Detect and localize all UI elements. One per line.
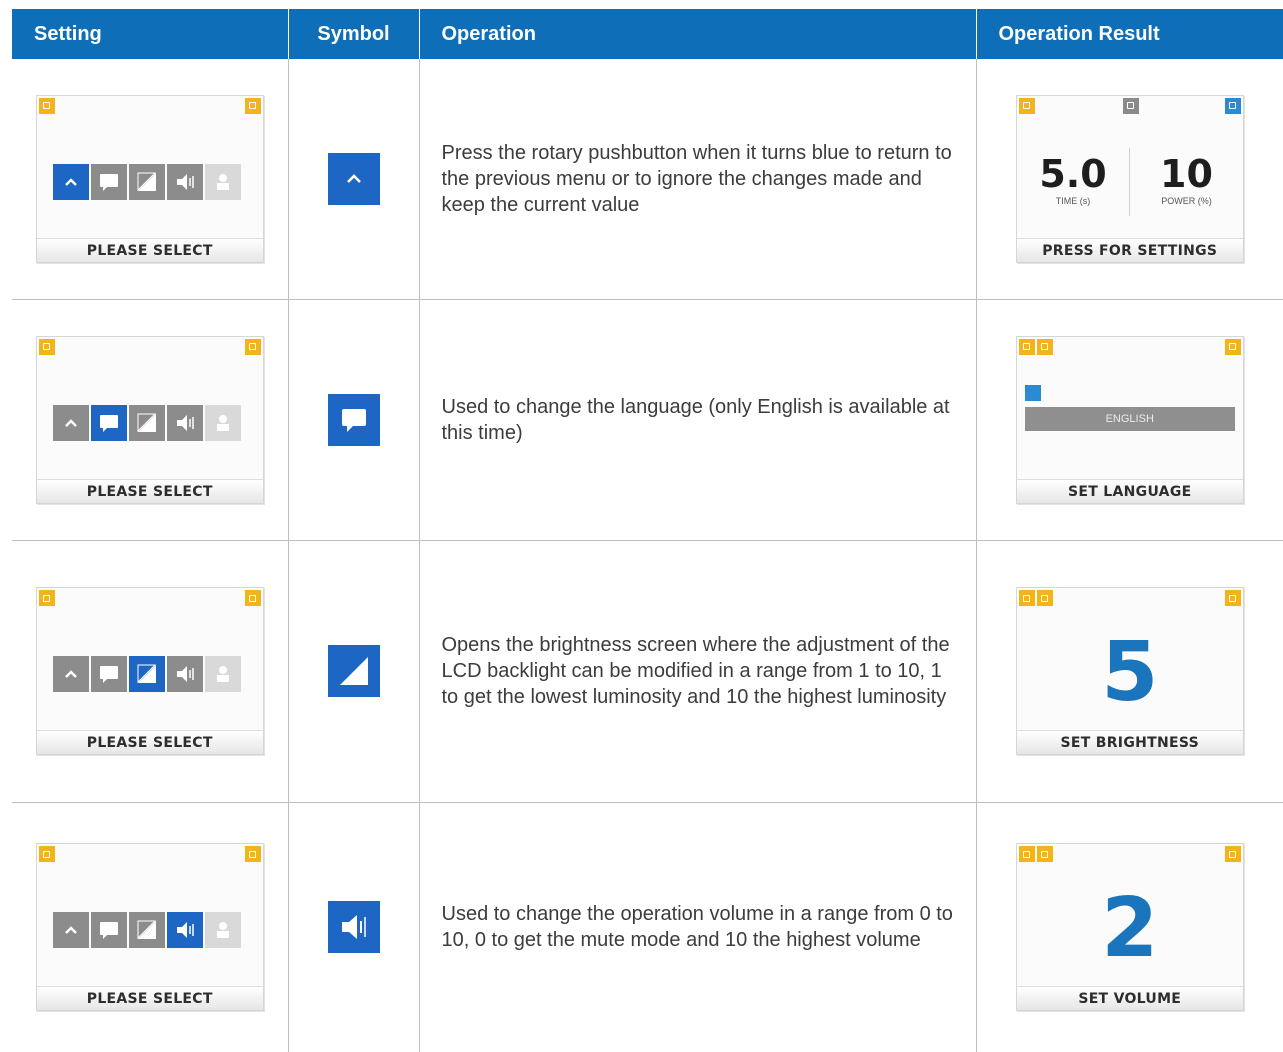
user-icon bbox=[204, 656, 241, 692]
symbol-cell bbox=[288, 540, 420, 803]
table-row-back: PLEASE SELECT Press the rotary pushbutto… bbox=[12, 59, 1283, 300]
setting-cell: PLEASE SELECT bbox=[12, 540, 289, 803]
settings-icon bbox=[1224, 590, 1241, 606]
screen-status-bar: PLEASE SELECT bbox=[36, 730, 263, 754]
brightness-icon bbox=[1036, 590, 1053, 606]
back-arrow-icon bbox=[327, 152, 380, 205]
back-arrow-icon bbox=[52, 656, 89, 692]
lock-icon bbox=[1018, 97, 1035, 114]
lock-icon bbox=[38, 590, 55, 606]
time-label: TIME (s) bbox=[1055, 195, 1091, 206]
speech-bubble-icon bbox=[327, 393, 380, 446]
volume-icon bbox=[166, 912, 203, 949]
result-cell: 5 SET BRIGHTNESS bbox=[976, 540, 1283, 803]
speech-bubble-icon bbox=[90, 912, 127, 949]
screen-status-bar: PLEASE SELECT bbox=[36, 478, 263, 503]
user-icon bbox=[204, 912, 241, 949]
table-row-brightness: PLEASE SELECT Opens the brightness scree… bbox=[12, 540, 1283, 803]
power-label: POWER (%) bbox=[1161, 195, 1212, 206]
result-screen: 2 SET VOLUME bbox=[1015, 843, 1244, 1012]
result-screen: ENGLISH SET LANGUAGE bbox=[1015, 335, 1244, 504]
back-arrow-icon bbox=[52, 404, 89, 441]
result-screen: 5.0 TIME (s) 10 POWER (%) PRESS FOR SETT… bbox=[1015, 94, 1244, 263]
back-arrow-icon bbox=[52, 912, 89, 949]
brightness-icon bbox=[128, 912, 165, 949]
info-icon bbox=[1122, 97, 1139, 114]
speech-bubble-icon bbox=[90, 163, 127, 200]
settings-icon bbox=[1224, 97, 1241, 114]
volume-icon bbox=[327, 901, 380, 954]
brightness-value: 5 bbox=[1101, 625, 1159, 720]
brightness-icon bbox=[327, 645, 380, 697]
menu-icons bbox=[52, 404, 241, 441]
volume-icon bbox=[1036, 846, 1053, 863]
menu-icons bbox=[52, 912, 241, 949]
lock-icon bbox=[1018, 338, 1035, 355]
time-power-readout: 5.0 TIME (s) 10 POWER (%) bbox=[1017, 147, 1243, 216]
header-operation-result: Operation Result bbox=[976, 9, 1283, 59]
volume-value: 2 bbox=[1101, 881, 1159, 977]
operation-text: Press the rotary pushbutton when it turn… bbox=[419, 59, 977, 300]
language-option: ENGLISH bbox=[1024, 406, 1235, 431]
lock-icon bbox=[38, 97, 55, 114]
volume-icon bbox=[166, 404, 203, 441]
settings-table: Setting Symbol Operation Operation Resul… bbox=[12, 9, 1283, 1052]
symbol-cell bbox=[288, 299, 420, 541]
screen-status-bar: PLEASE SELECT bbox=[36, 986, 263, 1011]
settings-icon bbox=[1224, 846, 1241, 863]
settings-icon bbox=[244, 338, 261, 355]
table-row-language: PLEASE SELECT Used to change the languag… bbox=[12, 299, 1283, 541]
speech-bubble-icon bbox=[90, 404, 127, 441]
result-cell: ENGLISH SET LANGUAGE bbox=[976, 299, 1283, 541]
result-screen: 5 SET BRIGHTNESS bbox=[1015, 587, 1244, 755]
symbol-cell bbox=[288, 802, 420, 1052]
back-arrow-icon bbox=[1024, 384, 1041, 401]
settings-icon bbox=[244, 846, 261, 863]
table-header-row: Setting Symbol Operation Operation Resul… bbox=[12, 9, 1283, 59]
screen-status-bar: SET BRIGHTNESS bbox=[1016, 730, 1243, 754]
screen-status-bar: SET VOLUME bbox=[1016, 986, 1243, 1011]
power-value: 10 bbox=[1160, 151, 1213, 196]
setting-screen: PLEASE SELECT bbox=[35, 843, 264, 1012]
screen-status-bar: PLEASE SELECT bbox=[36, 237, 263, 262]
setting-cell: PLEASE SELECT bbox=[12, 802, 289, 1052]
settings-icon bbox=[244, 590, 261, 606]
operation-text: Used to change the operation volume in a… bbox=[419, 802, 977, 1052]
brightness-icon bbox=[128, 656, 165, 692]
screen-status-bar: SET LANGUAGE bbox=[1016, 478, 1243, 503]
result-cell: 5.0 TIME (s) 10 POWER (%) PRESS FOR SETT… bbox=[976, 59, 1283, 300]
setting-screen: PLEASE SELECT bbox=[35, 94, 264, 263]
back-arrow-icon bbox=[52, 163, 89, 200]
result-cell: 2 SET VOLUME bbox=[976, 802, 1283, 1052]
setting-cell: PLEASE SELECT bbox=[12, 299, 289, 541]
settings-icon bbox=[244, 97, 261, 114]
table-row-volume: PLEASE SELECT Used to change the operati… bbox=[12, 802, 1283, 1052]
lock-icon bbox=[1018, 590, 1035, 606]
setting-screen: PLEASE SELECT bbox=[35, 335, 264, 504]
header-operation: Operation bbox=[419, 9, 977, 59]
setting-cell: PLEASE SELECT bbox=[12, 59, 289, 300]
symbol-cell bbox=[288, 59, 420, 300]
brightness-icon bbox=[128, 163, 165, 200]
menu-icons bbox=[52, 656, 241, 692]
header-setting: Setting bbox=[12, 9, 289, 59]
speech-bubble-icon bbox=[90, 656, 127, 692]
speech-bubble-icon bbox=[1036, 338, 1053, 355]
time-value: 5.0 bbox=[1039, 151, 1107, 196]
setting-screen: PLEASE SELECT bbox=[35, 587, 264, 755]
user-icon bbox=[204, 404, 241, 441]
brightness-icon bbox=[128, 404, 165, 441]
volume-icon bbox=[166, 656, 203, 692]
menu-icons bbox=[52, 163, 241, 200]
lock-icon bbox=[1018, 846, 1035, 863]
operation-text: Used to change the language (only Englis… bbox=[419, 299, 977, 541]
settings-icon bbox=[1224, 338, 1241, 355]
lock-icon bbox=[38, 338, 55, 355]
user-icon bbox=[204, 163, 241, 200]
operation-text: Opens the brightness screen where the ad… bbox=[419, 540, 977, 803]
header-symbol: Symbol bbox=[288, 9, 420, 59]
volume-icon bbox=[166, 163, 203, 200]
screen-status-bar: PRESS FOR SETTINGS bbox=[1016, 237, 1243, 262]
lock-icon bbox=[38, 846, 55, 863]
